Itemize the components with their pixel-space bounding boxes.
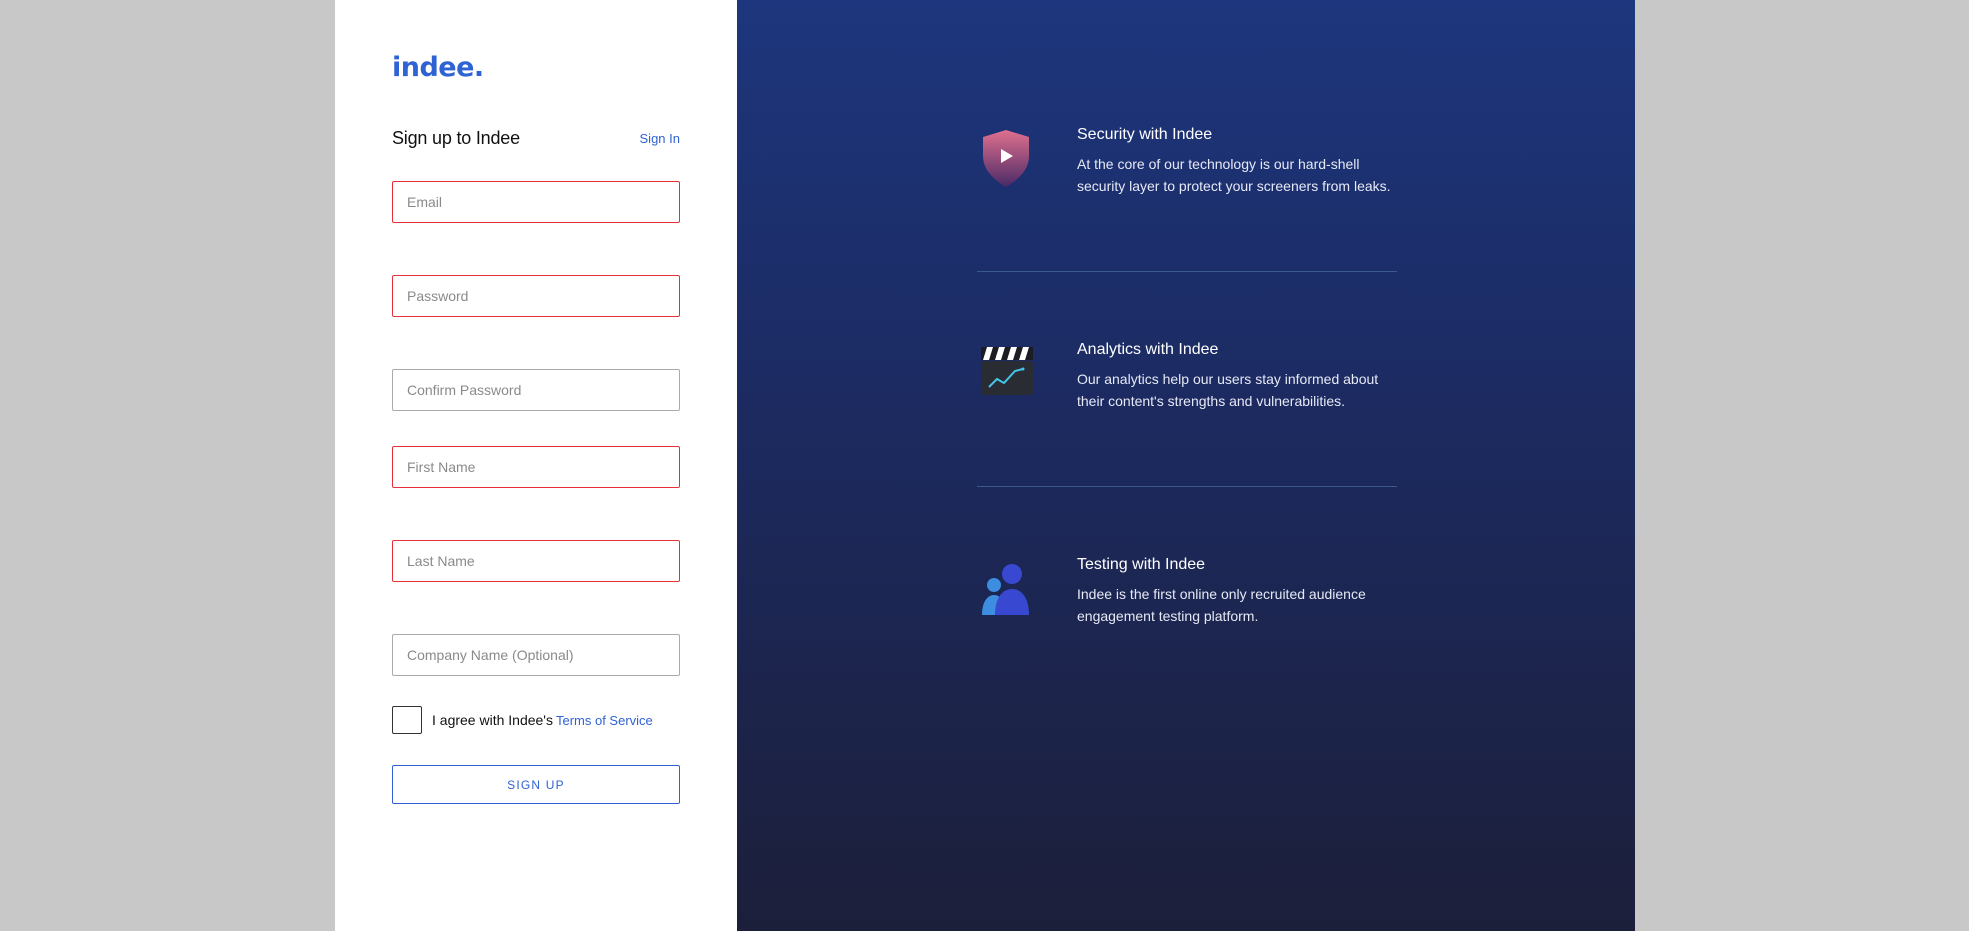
page: indee. Sign up to Indee Sign In I agree … <box>335 0 1635 931</box>
first-name-input[interactable] <box>392 446 680 488</box>
feature-description-line: security layer to protect your screeners… <box>1077 178 1391 194</box>
signup-panel: indee. Sign up to Indee Sign In I agree … <box>335 0 737 931</box>
feature-title: Analytics with Indee <box>1077 341 1219 358</box>
clapperboard-chart-icon <box>977 341 1035 405</box>
features-panel: Security with Indee At the core of our t… <box>737 0 1635 931</box>
feature-description: Indee is the first online only recruited… <box>1077 583 1366 627</box>
password-input[interactable] <box>392 275 680 317</box>
feature-description-line: engagement testing platform. <box>1077 608 1259 624</box>
last-name-input[interactable] <box>392 540 680 582</box>
feature-security: Security with Indee At the core of our t… <box>977 126 1397 197</box>
form-title: Sign up to Indee <box>392 128 520 148</box>
feature-text: Analytics with Indee Our analytics help … <box>1077 341 1378 412</box>
shield-play-icon <box>977 126 1035 190</box>
terms-of-service-link[interactable]: Terms of Service <box>556 713 653 728</box>
agree-text: I agree with Indee's <box>432 712 553 728</box>
feature-text: Testing with Indee Indee is the first on… <box>1077 556 1366 627</box>
feature-title: Security with Indee <box>1077 126 1213 143</box>
feature-testing: Testing with Indee Indee is the first on… <box>977 556 1397 627</box>
audience-users-icon <box>977 556 1035 620</box>
signup-button[interactable]: SIGN UP <box>392 765 680 804</box>
feature-description: Our analytics help our users stay inform… <box>1077 368 1378 412</box>
feature-description-line: At the core of our technology is our har… <box>1077 156 1360 172</box>
feature-text: Security with Indee At the core of our t… <box>1077 126 1391 197</box>
feature-description-line: Indee is the first online only recruited… <box>1077 586 1366 602</box>
divider <box>977 486 1397 487</box>
indee-logo[interactable]: indee. <box>392 52 484 83</box>
feature-description-line: their content's strengths and vulnerabil… <box>1077 393 1346 409</box>
feature-analytics: Analytics with Indee Our analytics help … <box>977 341 1397 412</box>
form-header: Sign up to Indee Sign In <box>392 128 680 149</box>
feature-description-line: Our analytics help our users stay inform… <box>1077 371 1379 387</box>
confirm-password-input[interactable] <box>392 369 680 411</box>
divider <box>977 271 1397 272</box>
terms-checkbox[interactable] <box>392 706 422 734</box>
signin-link[interactable]: Sign In <box>640 131 680 146</box>
company-name-input[interactable] <box>392 634 680 676</box>
email-input[interactable] <box>392 181 680 223</box>
feature-description: At the core of our technology is our har… <box>1077 153 1391 197</box>
feature-title: Testing with Indee <box>1077 556 1206 573</box>
terms-agreement-row: I agree with Indee's Terms of Service <box>392 706 653 734</box>
